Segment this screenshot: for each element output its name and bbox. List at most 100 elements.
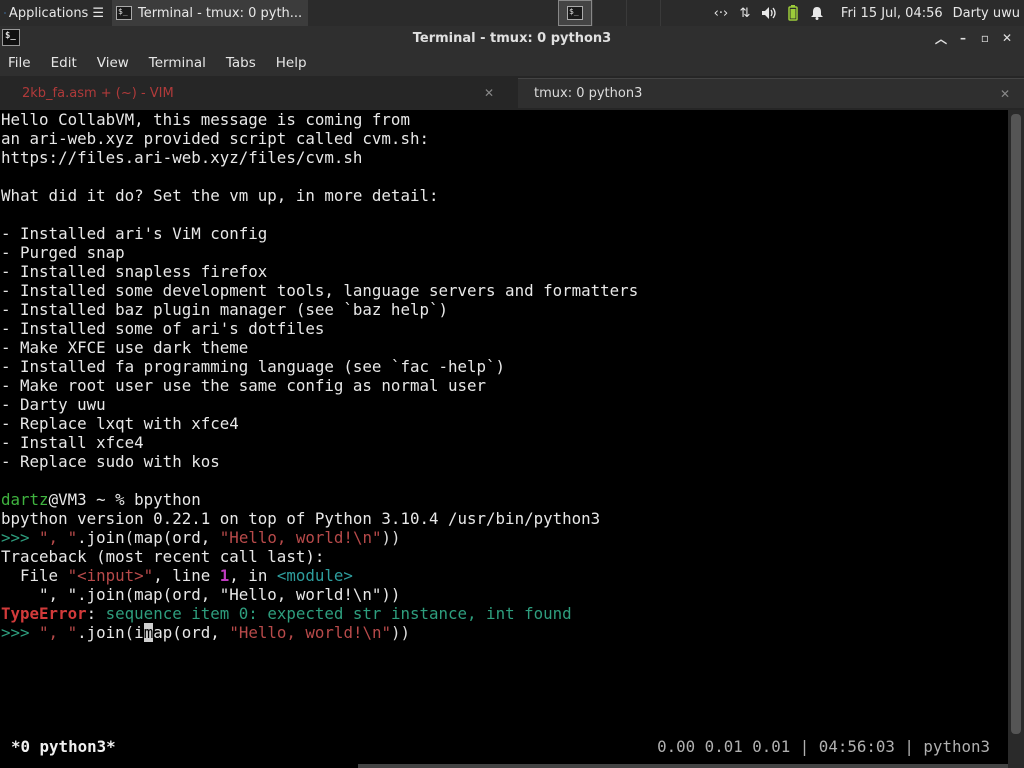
terminal-line: - Installed baz plugin manager (see `baz…: [1, 300, 448, 319]
tmux-status-bar: *0 python3* 0.00 0.01 0.01 | 04:56:03 | …: [0, 736, 1008, 758]
menu-file[interactable]: File: [8, 55, 31, 71]
battery-icon[interactable]: [782, 0, 804, 26]
network-icon[interactable]: ‹·›: [710, 0, 732, 26]
workspace-switcher: $_: [558, 0, 694, 26]
tmux-status-right: 0.00 0.01 0.01 | 04:56:03 | python3: [657, 737, 990, 756]
menubar: File Edit View Terminal Tabs Help: [0, 50, 1024, 76]
horizontal-scrollbar[interactable]: [358, 764, 1008, 768]
terminal-line: - Replace sudo with kos: [1, 452, 220, 471]
user-menu[interactable]: Darty uwu: [953, 6, 1020, 21]
tab-label: 2kb_fa.asm + (~) - VIM: [22, 85, 174, 101]
code-token: 1: [219, 566, 230, 585]
code-token: :: [86, 604, 106, 623]
terminal-icon[interactable]: $_: [2, 29, 20, 46]
code-token: ap: [153, 623, 173, 642]
terminal-line: What did it do? Set the vm up, in more d…: [1, 186, 439, 205]
code-token: ", ": [39, 528, 78, 547]
tab-label: tmux: 0 python3: [534, 86, 643, 101]
volume-icon[interactable]: [758, 0, 780, 26]
minimize-button[interactable]: –: [952, 31, 974, 45]
system-tray: ‹·› ⇅ Fri 15 Jul, 04:56 Darty uwu: [709, 0, 1024, 26]
code-token: (: [124, 623, 135, 642]
workspace-2[interactable]: [592, 0, 626, 26]
code-token: (: [124, 528, 135, 547]
code-token: .join: [77, 623, 125, 642]
notification-icon[interactable]: [806, 0, 828, 26]
code-token: ", ": [39, 623, 78, 642]
menu-tabs[interactable]: Tabs: [226, 55, 256, 71]
tab-vim[interactable]: 2kb_fa.asm + (~) - VIM ✕: [0, 78, 508, 108]
tab-tmux[interactable]: tmux: 0 python3 ✕: [518, 78, 1024, 108]
terminal-line: - Installed snapless firefox: [1, 262, 268, 281]
python-input-line-current[interactable]: >>> ", ".join(imap(ord, "Hello, world!\n…: [0, 623, 1008, 642]
close-icon[interactable]: ✕: [1000, 87, 1010, 101]
code-token: , line: [153, 566, 220, 585]
window-titlebar[interactable]: $_ Terminal - tmux: 0 python3 ︿ – ▫ ✕: [0, 26, 1024, 50]
terminal-line: - Purged snap: [1, 243, 125, 262]
maximize-button[interactable]: ▫: [974, 31, 996, 45]
taskbar-terminal-label: Terminal - tmux: 0 pyth...: [138, 5, 303, 21]
code-token: , in: [229, 566, 277, 585]
terminal-icon: $_: [567, 6, 583, 20]
error-type: TypeError: [1, 604, 87, 623]
menu-view[interactable]: View: [97, 55, 129, 71]
code-token: File: [1, 566, 68, 585]
chevron-up-icon[interactable]: ︿: [930, 30, 952, 47]
terminal-line: - Make root user use the same config as …: [1, 376, 487, 395]
traceback-line: Traceback (most recent call last):: [1, 547, 325, 566]
bpython-version-line: bpython version 0.22.1 on top of Python …: [1, 509, 601, 528]
code-token: )): [381, 528, 401, 547]
text-cursor: m: [143, 623, 154, 642]
workspace-3[interactable]: [626, 0, 660, 26]
terminal-line: - Install xfce4: [1, 433, 144, 452]
code-token: map: [134, 528, 163, 547]
transfer-icon[interactable]: ⇅: [734, 0, 756, 26]
error-line: TypeError: sequence item 0: expected str…: [0, 604, 1008, 623]
scrollbar-thumb[interactable]: [1011, 114, 1021, 734]
code-token: <module>: [276, 566, 353, 585]
terminal-line: - Installed fa programming language (see…: [1, 357, 506, 376]
terminal-line: https://files.ari-web.xyz/files/cvm.sh: [1, 148, 363, 167]
terminal-line: - Darty uwu: [1, 395, 106, 414]
code-token: "Hello, world!\n": [219, 528, 382, 547]
workspace-4[interactable]: [660, 0, 694, 26]
terminal-line: - Replace lxqt with xfce4: [1, 414, 239, 433]
code-token: (ord,: [172, 623, 230, 642]
terminal-icon: $_: [116, 6, 132, 20]
top-panel: Applications ☰ $_ Terminal - tmux: 0 pyt…: [0, 0, 1024, 26]
menu-edit[interactable]: Edit: [51, 55, 77, 71]
terminal-line: Hello CollabVM, this message is coming f…: [1, 110, 410, 129]
shell-command: @VM3 ~ % bpython: [48, 490, 201, 509]
clock[interactable]: Fri 15 Jul, 04:56: [841, 6, 943, 21]
window-controls: ︿ – ▫ ✕: [930, 26, 1018, 50]
close-icon[interactable]: ✕: [484, 86, 494, 100]
applications-label: Applications: [8, 5, 89, 21]
tab-bar: 2kb_fa.asm + (~) - VIM ✕ tmux: 0 python3…: [0, 76, 1024, 110]
menu-terminal[interactable]: Terminal: [149, 55, 206, 71]
vertical-scrollbar[interactable]: [1008, 110, 1024, 768]
python-prompt: >>>: [1, 528, 40, 547]
terminal-line: - Installed some development tools, lang…: [1, 281, 639, 300]
terminal-line: an ari-web.xyz provided script called cv…: [1, 129, 429, 148]
applications-menu-button[interactable]: Applications ☰: [0, 0, 108, 26]
code-token: (ord,: [162, 528, 220, 547]
terminal-output[interactable]: Hello CollabVM, this message is coming f…: [0, 110, 1008, 768]
terminal-message: Hello CollabVM, this message is coming f…: [0, 110, 1008, 490]
menu-help[interactable]: Help: [276, 55, 307, 71]
workspace-1[interactable]: $_: [558, 0, 592, 26]
close-button[interactable]: ✕: [996, 31, 1018, 45]
code-token: )): [391, 623, 411, 642]
code-token: "Hello, world!\n": [229, 623, 391, 642]
code-token: i: [134, 623, 144, 642]
traceback-source-line: ", ".join(map(ord, "Hello, world!\n")): [1, 585, 401, 604]
terminal-line: - Installed some of ari's dotfiles: [1, 319, 325, 338]
traceback-file-line: File "<input>", line 1, in <module>: [0, 566, 1008, 585]
python-prompt: >>>: [1, 623, 40, 642]
code-token: .join: [77, 528, 125, 547]
xfce-logo-icon: [4, 12, 6, 14]
taskbar-terminal-button[interactable]: $_ Terminal - tmux: 0 pyth...: [112, 0, 308, 26]
code-token: "<input>": [67, 566, 154, 585]
tmux-window-list[interactable]: *0 python3*: [11, 736, 116, 758]
